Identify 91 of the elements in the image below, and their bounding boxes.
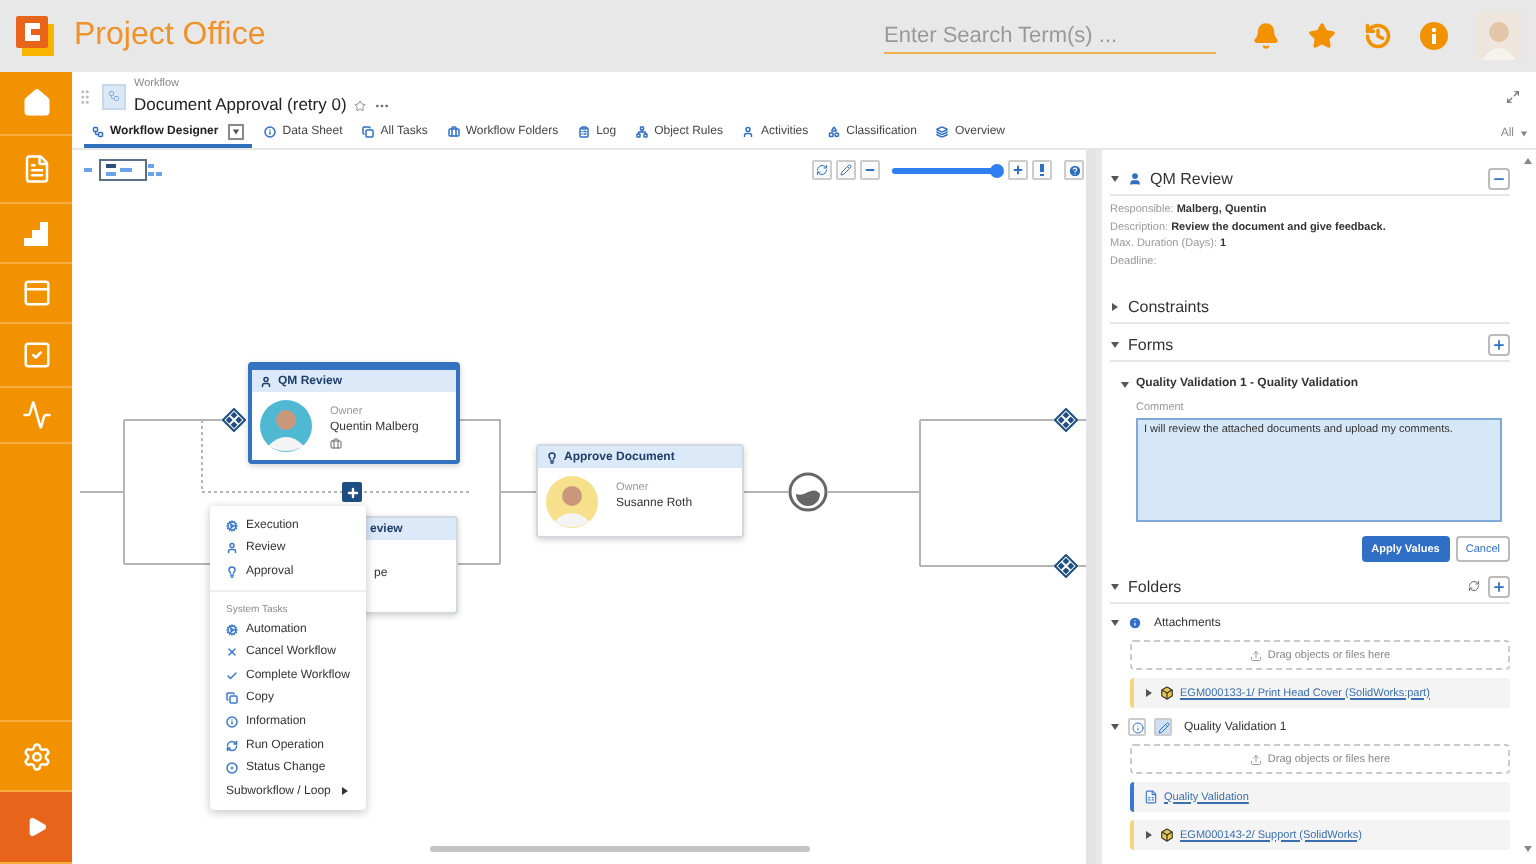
section-title: Constraints (1128, 297, 1209, 315)
caret-icon (232, 128, 241, 136)
info-icon[interactable] (1420, 22, 1448, 50)
expand-icon[interactable] (25, 816, 47, 838)
briefcase-icon (330, 438, 342, 450)
plus-icon (1492, 579, 1506, 593)
network-icon (636, 126, 649, 138)
info-button[interactable] (1032, 160, 1052, 180)
cog-icon (226, 623, 238, 636)
refresh-icon[interactable] (1468, 580, 1480, 592)
info-icon (226, 715, 238, 728)
info-icon (1128, 718, 1146, 736)
section-header[interactable]: QM Review (1110, 162, 1510, 196)
refresh-icon (226, 739, 238, 752)
help-icon (1067, 163, 1081, 177)
maximize-icon[interactable] (1506, 89, 1520, 103)
lightbulb-icon (546, 451, 558, 463)
add-button[interactable] (1488, 333, 1510, 355)
close-icon (226, 646, 238, 659)
caret-icon (1520, 130, 1528, 138)
briefcase-icon (447, 126, 460, 138)
pulse-icon[interactable] (21, 400, 51, 430)
part-icon (1160, 686, 1174, 700)
settings-icon[interactable] (21, 741, 51, 771)
collapse-button[interactable] (1488, 167, 1510, 189)
copy-icon (226, 692, 238, 705)
section-header[interactable]: Constraints (1110, 290, 1510, 324)
upload-icon (1249, 649, 1262, 661)
copy-icon (362, 126, 375, 138)
section-header[interactable]: Forms (1110, 328, 1510, 362)
help-button[interactable] (1064, 160, 1084, 180)
info-icon (264, 126, 277, 138)
user-icon (226, 542, 238, 555)
zoom-slider-thumb[interactable] (989, 163, 1003, 177)
refresh-button[interactable] (812, 160, 832, 180)
pencil-icon (1154, 718, 1172, 736)
workflow-icon (102, 83, 126, 109)
user-icon (1128, 171, 1142, 185)
workflow-title: Document Approval (retry 0) (134, 95, 347, 112)
scroll-down-icon (1524, 846, 1532, 852)
clipboard-icon (578, 126, 591, 138)
add-button[interactable] (1488, 575, 1510, 597)
upload-icon (1249, 753, 1262, 765)
minus-icon (864, 164, 876, 176)
gateway-icon (1054, 554, 1078, 578)
window-icon[interactable] (21, 278, 51, 308)
layers-icon (936, 126, 949, 138)
section-title: Folders (1128, 577, 1182, 595)
scroll-up-icon (1524, 158, 1532, 164)
plus-icon (345, 485, 359, 499)
workflow-icon (92, 126, 104, 138)
steps-icon[interactable] (22, 219, 50, 247)
dot-icon (226, 762, 238, 775)
home-icon[interactable] (21, 88, 51, 118)
check-icon (226, 669, 238, 682)
avatar-icon (260, 400, 312, 452)
app-title: Project Office (74, 18, 266, 54)
checklist-icon[interactable] (21, 340, 51, 370)
add-button[interactable] (342, 482, 362, 502)
section-header[interactable]: Folders (1110, 570, 1510, 604)
shapes-icon (828, 126, 841, 138)
zoom-out-button[interactable] (860, 160, 880, 180)
logo-icon (16, 16, 54, 56)
user-icon (742, 126, 755, 138)
star-icon[interactable] (354, 99, 367, 111)
tab-menu-button[interactable] (228, 124, 245, 140)
end-node-icon (788, 472, 828, 512)
minimap-drawing[interactable] (84, 158, 164, 182)
gateway-icon (1054, 408, 1078, 432)
pencil-icon (840, 164, 852, 176)
lightbulb-icon (226, 565, 238, 578)
gateway-icon (222, 408, 246, 432)
refresh-icon (816, 164, 828, 176)
grip-icon (76, 87, 94, 105)
form-icon (1144, 790, 1158, 804)
plus-icon (1012, 164, 1024, 176)
star-icon[interactable] (1308, 22, 1336, 50)
avatar-icon (546, 476, 598, 528)
info-icon (1128, 616, 1142, 630)
section-title: QM Review (1150, 169, 1233, 187)
search-field[interactable]: Enter Search Term(s) ... (884, 18, 1216, 54)
part-icon (1160, 828, 1174, 842)
scrollbar[interactable] (430, 846, 810, 852)
edit-button[interactable] (836, 160, 856, 180)
user-icon (260, 375, 272, 387)
document-icon[interactable] (21, 154, 51, 184)
caret-icon (340, 786, 350, 797)
zoom-in-button[interactable] (1008, 160, 1028, 180)
plus-icon (1492, 337, 1506, 351)
section-title: Forms (1128, 335, 1174, 353)
cog-icon (226, 519, 238, 532)
